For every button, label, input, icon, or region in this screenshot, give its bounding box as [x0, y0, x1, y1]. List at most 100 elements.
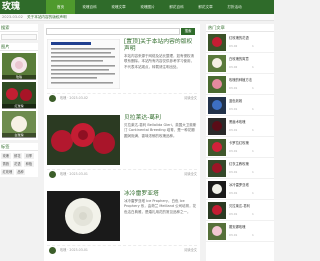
post-meta-text: 玫瑰 · 2023-03-01 — [60, 248, 88, 252]
hot-post-title: 贝拉莱达-葛利 — [229, 204, 250, 208]
post-thumbnail[interactable] — [47, 115, 120, 165]
sidebar-search-input[interactable] — [1, 34, 37, 40]
post-author[interactable]: 玫瑰 — [60, 96, 66, 100]
post-body: [置顶]关于本站内容的版权声明 本站内容来源于网络及站长整理，如有侵权请联系删除… — [124, 39, 197, 70]
nav-item-flower-wiki[interactable]: 鲜花百科 — [162, 0, 191, 14]
post-title[interactable]: 冰冷雷罗亚塔 — [124, 191, 197, 198]
hot-post-title: 玫瑰的种植方法 — [229, 78, 253, 82]
main-nav: 首页 玫瑰百科 玫瑰文章 玫瑰图片 鲜花百科 鲜花文章 打折活动 — [46, 0, 249, 14]
tag[interactable]: 种植 — [24, 161, 34, 167]
hot-post-item[interactable]: 冰冷雷罗亚塔 03-01 1 — [206, 179, 274, 200]
ticker-date: 2023-03-02 — [2, 15, 23, 19]
post-thumbnail[interactable] — [47, 39, 120, 89]
search-button[interactable]: 搜索 — [181, 28, 195, 35]
hot-post-thumb — [208, 202, 226, 219]
gallery-caption: 白玫瑰 — [2, 133, 36, 138]
tag[interactable]: 玫瑰 — [1, 153, 11, 159]
nav-item-flower-articles[interactable]: 鲜花文章 — [191, 0, 220, 14]
avatar — [49, 171, 56, 178]
gallery-caption: 玫瑰 — [2, 75, 36, 80]
gallery-thumb[interactable]: 红玫瑰 — [2, 82, 36, 109]
hot-post-item[interactable]: 黑魔术玫瑰 03-01 1 — [206, 116, 274, 137]
hot-post-thumb — [208, 223, 226, 240]
top-navbar: 玫瑰 首页 玫瑰百科 玫瑰文章 玫瑰图片 鲜花百科 鲜花文章 打折活动 — [0, 0, 274, 14]
read-more-link[interactable]: 阅读全文 — [184, 94, 197, 103]
post-body: 冰冷雷罗亚塔 冰冷雷罗亚塔 Ice Prophery，白色 Ice Prophe… — [124, 191, 197, 215]
tag[interactable]: 红玫瑰 — [1, 169, 14, 175]
site-logo[interactable]: 玫瑰 — [2, 1, 28, 13]
hot-post-item[interactable]: 贝拉莱达-葛利 03-01 1 — [206, 200, 274, 221]
nav-item-home[interactable]: 首页 — [46, 0, 75, 14]
hot-post-date: 03-01 — [229, 191, 238, 195]
hot-post-item[interactable]: 蓝色妖姬 03-01 1 — [206, 95, 274, 116]
hot-post-title: 戴安娜玫瑰 — [229, 225, 246, 229]
post-card: 冰冷雷罗亚塔 冰冷雷罗亚塔 Ice Prophery，白色 Ice Prophe… — [47, 191, 197, 255]
hot-post-thumb — [208, 55, 226, 72]
gallery-thumb[interactable]: 白玫瑰 — [2, 111, 36, 138]
gallery-panel: 图片 玫瑰 红玫瑰 白玫瑰 — [0, 43, 38, 140]
hot-post-views: 1 — [252, 107, 254, 111]
tag[interactable]: 花语 — [12, 161, 23, 167]
hot-post-thumb — [208, 118, 226, 135]
hot-post-date: 03-01 — [229, 149, 238, 153]
hot-post-views: 1 — [252, 212, 254, 216]
hot-post-title: 白玫瑰的寓意 — [229, 57, 249, 61]
post-date: 2023-03-01 — [69, 172, 88, 176]
post-excerpt: 本站内容来源于网络及站长整理，如有侵权请联系删除。本站所有内容仅供参考学习使用，… — [124, 54, 194, 69]
nav-item-rose-wiki[interactable]: 玫瑰百科 — [75, 0, 104, 14]
read-more-link[interactable]: 阅读全文 — [184, 246, 197, 255]
hot-post-title: 黑魔术玫瑰 — [229, 120, 246, 124]
post-meta: 玫瑰 · 2023-03-02 阅读全文 — [47, 93, 197, 102]
post-meta-text: 玫瑰 · 2023-03-02 — [60, 96, 88, 100]
post-date: 2023-03-01 — [69, 248, 88, 252]
post-author[interactable]: 玫瑰 — [60, 172, 66, 176]
hot-post-views: 1 — [252, 44, 254, 48]
hot-post-thumb — [208, 160, 226, 177]
tags-panel-title: 标签 — [0, 143, 38, 151]
hot-post-title: 红衣主教玫瑰 — [229, 162, 249, 166]
right-sidebar: 热门文章 红玫瑰的花语 03-02 1 白玫瑰的寓意 03-02 1 玫瑰的种植… — [206, 24, 274, 261]
hot-post-item[interactable]: 玫瑰的种植方法 03-01 1 — [206, 74, 274, 95]
nav-item-rose-articles[interactable]: 玫瑰文章 — [104, 0, 133, 14]
hot-post-date: 03-01 — [229, 107, 238, 111]
hot-post-item[interactable]: 卡罗拉红玫瑰 03-01 1 — [206, 137, 274, 158]
hot-post-views: 1 — [252, 65, 254, 69]
post-date: 2023-03-02 — [69, 96, 88, 100]
hot-post-title: 蓝色妖姬 — [229, 99, 243, 103]
hot-post-thumb — [208, 97, 226, 114]
hot-post-thumb — [208, 181, 226, 198]
search-panel-title: 搜索 — [0, 24, 38, 32]
hot-post-date: 03-01 — [229, 212, 238, 216]
hot-post-title: 红玫瑰的花语 — [229, 36, 249, 40]
tag[interactable]: 品种 — [15, 169, 26, 175]
gallery-caption: 红玫瑰 — [2, 104, 36, 109]
post-thumbnail[interactable] — [47, 191, 120, 241]
tag[interactable]: 蔷薇 — [1, 161, 11, 167]
tag[interactable]: 月季 — [24, 153, 34, 159]
hot-post-date: 03-01 — [229, 86, 238, 90]
hot-post-title: 卡罗拉红玫瑰 — [229, 141, 249, 145]
hot-post-item[interactable]: 红衣主教玫瑰 03-01 1 — [206, 158, 274, 179]
gallery-thumb[interactable]: 玫瑰 — [2, 53, 36, 80]
tag[interactable]: 鲜花 — [12, 153, 23, 159]
hot-posts-title: 热门文章 — [206, 24, 274, 32]
post-author[interactable]: 玫瑰 — [60, 248, 66, 252]
nav-item-promotions[interactable]: 打折活动 — [220, 0, 249, 14]
ticker-link[interactable]: 关于本站内容的版权声明 — [27, 15, 67, 19]
announcement-ticker: 2023-03-02 关于本站内容的版权声明 — [0, 14, 274, 21]
hot-post-item[interactable]: 戴安娜玫瑰 03-01 1 — [206, 221, 274, 242]
hot-post-date: 03-02 — [229, 65, 238, 69]
hot-post-item[interactable]: 白玫瑰的寓意 03-02 1 — [206, 53, 274, 74]
hot-post-views: 1 — [252, 233, 254, 237]
nav-item-rose-images[interactable]: 玫瑰图片 — [133, 0, 162, 14]
post-title[interactable]: 贝拉莱达-葛利 — [124, 115, 197, 122]
main-search: 搜索 — [46, 28, 196, 35]
post-title[interactable]: [置顶]关于本站内容的版权声明 — [124, 39, 197, 53]
hot-post-item[interactable]: 红玫瑰的花语 03-02 1 — [206, 32, 274, 53]
hot-post-views: 1 — [252, 86, 254, 90]
search-input[interactable] — [46, 28, 180, 35]
read-more-link[interactable]: 阅读全文 — [184, 170, 197, 179]
hot-post-views: 1 — [252, 170, 254, 174]
post-meta: 玫瑰 · 2023-03-01 阅读全文 — [47, 245, 197, 254]
post-body: 贝拉莱达-葛利 贝拉莱达-葛利 Bellalida Gleri，英国大卫奥斯汀 … — [124, 115, 197, 139]
